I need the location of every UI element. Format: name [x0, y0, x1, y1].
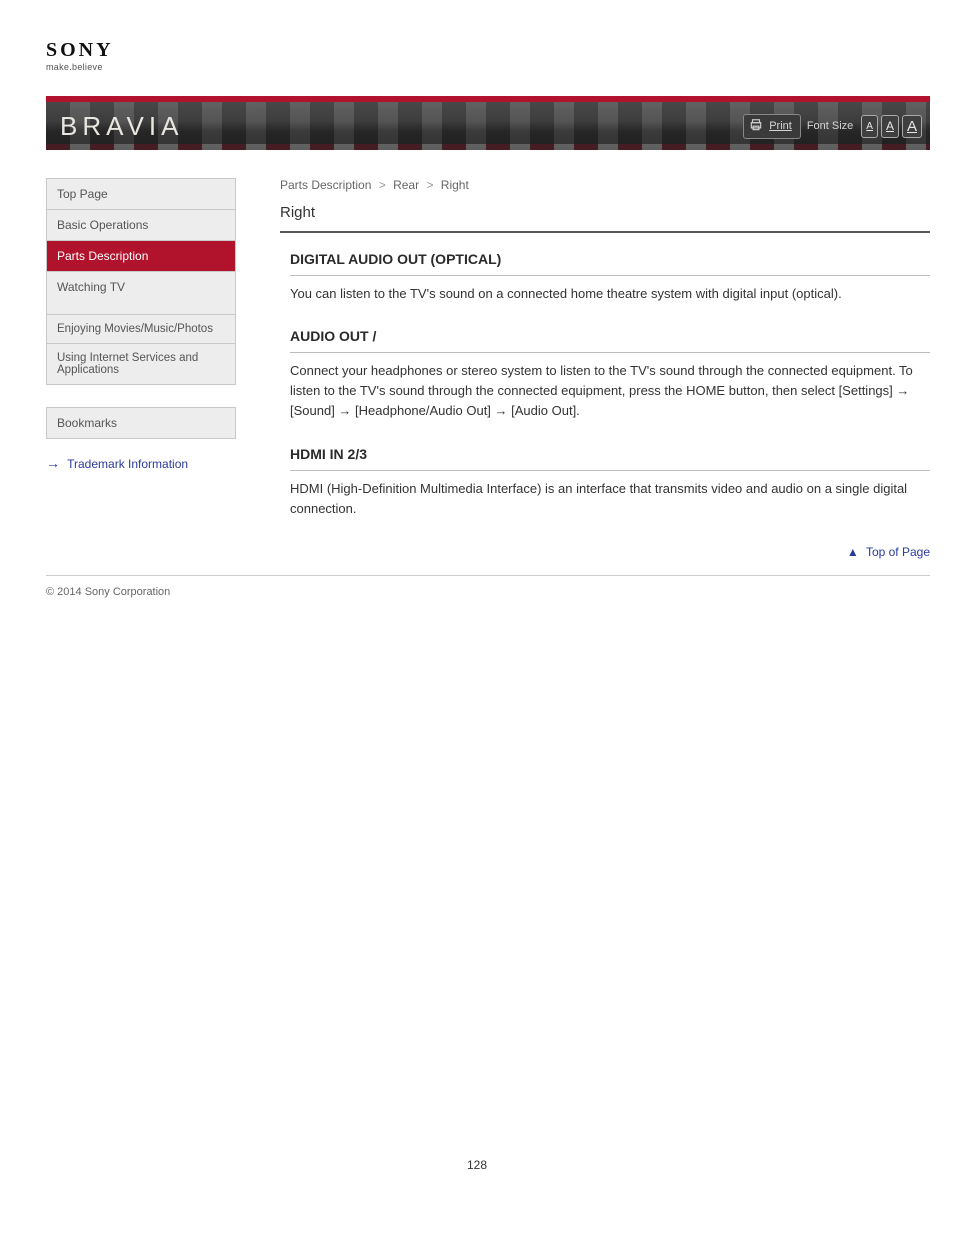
option-hdmi-in: HDMI IN 2/3 HDMI (High-Definition Multim…	[290, 446, 930, 519]
option-title: DIGITAL AUDIO OUT (OPTICAL)	[290, 251, 930, 276]
sidebar-item-internet-services[interactable]: Using Internet Services and Applications	[47, 343, 235, 384]
print-button[interactable]: Print	[743, 114, 801, 139]
trademark-info: → Trademark Information	[46, 455, 236, 473]
up-triangle-icon: ▲	[847, 545, 859, 559]
crumb-1[interactable]: Parts Description	[280, 178, 371, 192]
sidebar-item-bookmarks[interactable]: Bookmarks	[47, 408, 235, 438]
sidebar-item-movies-music-photos[interactable]: Enjoying Movies/Music/Photos	[47, 314, 235, 343]
font-size-small-button[interactable]: A	[861, 115, 878, 138]
sidebar: Top Page Basic Operations Parts Descript…	[46, 178, 236, 569]
print-icon	[749, 118, 763, 135]
breadcrumb: Parts Description > Rear > Right	[280, 178, 930, 192]
option-audio-out: AUDIO OUT / Connect your headphones or s…	[290, 328, 930, 421]
sidebar-item-top-page[interactable]: Top Page	[47, 179, 235, 209]
top-of-page-label: Top of Page	[866, 545, 930, 559]
font-size-group: A A A	[861, 115, 922, 138]
font-size-large-button[interactable]: A	[902, 115, 922, 138]
crumb-2[interactable]: Rear	[393, 178, 419, 192]
crumb-sep-1: >	[379, 178, 386, 192]
arrow-right-icon: →	[46, 455, 60, 471]
font-size-medium-button[interactable]: A	[881, 115, 899, 138]
option-digital-audio-out: DIGITAL AUDIO OUT (OPTICAL) You can list…	[290, 251, 930, 304]
sidebar-item-basic-operations[interactable]: Basic Operations	[47, 209, 235, 240]
main-content: Parts Description > Rear > Right Right D…	[280, 178, 930, 569]
trademark-link[interactable]: → Trademark Information	[46, 457, 188, 471]
option-desc: HDMI (High-Definition Multimedia Interfa…	[290, 479, 930, 519]
sidebar-menu: Top Page Basic Operations Parts Descript…	[46, 178, 236, 385]
sony-tagline: make.believe	[46, 62, 954, 72]
option-title: AUDIO OUT /	[290, 328, 930, 353]
option-desc: Connect your headphones or stereo system…	[290, 361, 930, 421]
page-title: Right	[280, 198, 930, 233]
trademark-label: Trademark Information	[67, 457, 188, 471]
copyright-footer: © 2014 Sony Corporation	[46, 575, 930, 598]
print-label: Print	[769, 120, 792, 132]
header-ribbon: BRAVIA Print Font Size A A A	[46, 102, 930, 150]
product-line-title: BRAVIA	[46, 111, 183, 142]
option-title: HDMI IN 2/3	[290, 446, 930, 471]
crumb-3: Right	[441, 178, 469, 192]
top-of-page-link[interactable]: ▲ Top of Page	[847, 545, 930, 559]
page-number: 128	[0, 1158, 954, 1172]
sidebar-item-watching-tv[interactable]: Watching TV	[47, 271, 235, 314]
option-desc: You can listen to the TV's sound on a co…	[290, 284, 930, 304]
sidebar-item-parts-description[interactable]: Parts Description	[47, 240, 235, 271]
font-size-label: Font Size	[807, 120, 853, 132]
sony-wordmark: SONY	[46, 40, 954, 60]
sidebar-menu-secondary: Bookmarks	[46, 407, 236, 439]
crumb-sep-2: >	[426, 178, 433, 192]
brand-logo: SONY make.believe	[0, 0, 954, 96]
